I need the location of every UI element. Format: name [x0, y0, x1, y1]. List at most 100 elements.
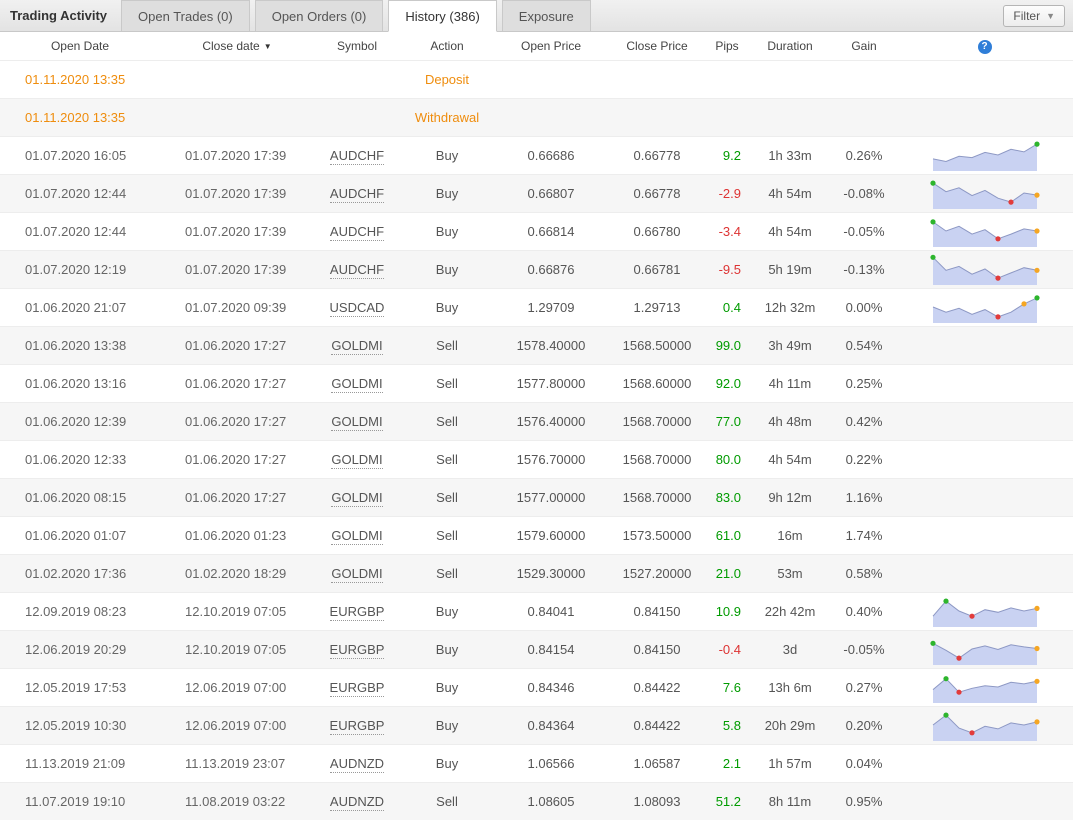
- tab-exposure[interactable]: Exposure: [502, 0, 591, 31]
- pips-cell: 51.2: [706, 782, 748, 820]
- symbol-link[interactable]: EURGBP: [330, 680, 385, 697]
- symbol-link[interactable]: GOLDMI: [331, 414, 382, 431]
- symbol-cell: GOLDMI: [314, 402, 400, 440]
- open-price-cell: [494, 60, 608, 98]
- symbol-link[interactable]: GOLDMI: [331, 376, 382, 393]
- filter-button[interactable]: Filter ▼: [1003, 5, 1065, 27]
- symbol-cell: [314, 98, 400, 136]
- chart-cell: [896, 136, 1073, 174]
- open-price-cell: 1578.40000: [494, 326, 608, 364]
- action-cell: Sell: [400, 782, 494, 820]
- chart-cell: [896, 744, 1073, 782]
- close-price-cell: 0.66780: [608, 212, 706, 250]
- column-header-gain[interactable]: Gain: [832, 32, 896, 60]
- gain-cell: 1.74%: [832, 516, 896, 554]
- symbol-link[interactable]: USDCAD: [330, 300, 385, 317]
- action-cell: Sell: [400, 478, 494, 516]
- open-date-cell: 11.13.2019 21:09: [0, 744, 160, 782]
- column-header-close-price[interactable]: Close Price: [608, 32, 706, 60]
- symbol-cell: AUDNZD: [314, 744, 400, 782]
- open-date-cell: 01.06.2020 08:15: [0, 478, 160, 516]
- table-row: 01.06.2020 13:1601.06.2020 17:27GOLDMISe…: [0, 364, 1073, 402]
- open-price-cell: 1577.80000: [494, 364, 608, 402]
- symbol-link[interactable]: GOLDMI: [331, 490, 382, 507]
- gain-cell: 0.22%: [832, 440, 896, 478]
- gain-cell: 0.42%: [832, 402, 896, 440]
- column-header-open-price[interactable]: Open Price: [494, 32, 608, 60]
- gain-cell: [832, 98, 896, 136]
- red-marker-dot: [1008, 200, 1013, 205]
- column-header-pips[interactable]: Pips: [706, 32, 748, 60]
- symbol-cell: AUDCHF: [314, 174, 400, 212]
- close-date-cell: 11.13.2019 23:07: [160, 744, 314, 782]
- green-marker-dot: [930, 641, 935, 646]
- gain-cell: 0.27%: [832, 668, 896, 706]
- pips-cell: 77.0: [706, 402, 748, 440]
- column-header-open-date[interactable]: Open Date: [0, 32, 160, 60]
- tab-open-trades-0[interactable]: Open Trades (0): [121, 0, 250, 31]
- column-header-close-date[interactable]: Close date▼: [160, 32, 314, 60]
- gain-cell: 0.26%: [832, 136, 896, 174]
- symbol-link[interactable]: GOLDMI: [331, 566, 382, 583]
- symbol-link[interactable]: AUDNZD: [330, 756, 384, 773]
- close-date-cell: 01.06.2020 17:27: [160, 326, 314, 364]
- open-date-cell: 12.09.2019 08:23: [0, 592, 160, 630]
- symbol-cell: [314, 60, 400, 98]
- symbol-link[interactable]: AUDCHF: [330, 148, 384, 165]
- action-cell: Buy: [400, 744, 494, 782]
- symbol-link[interactable]: GOLDMI: [331, 338, 382, 355]
- close-price-cell: 1.06587: [608, 744, 706, 782]
- close-date-cell: 01.06.2020 17:27: [160, 440, 314, 478]
- chart-cell: [896, 288, 1073, 326]
- symbol-link[interactable]: AUDCHF: [330, 224, 384, 241]
- red-marker-dot: [995, 236, 1000, 241]
- close-price-cell: 1568.70000: [608, 402, 706, 440]
- close-date-cell: 01.02.2020 18:29: [160, 554, 314, 592]
- close-date-cell: 01.06.2020 01:23: [160, 516, 314, 554]
- open-date-cell: 01.07.2020 12:44: [0, 212, 160, 250]
- duration-cell: 3d: [748, 630, 832, 668]
- gain-cell: 0.95%: [832, 782, 896, 820]
- symbol-link[interactable]: AUDNZD: [330, 794, 384, 811]
- symbol-link[interactable]: EURGBP: [330, 718, 385, 735]
- gain-cell: 0.04%: [832, 744, 896, 782]
- trade-sparkline: [929, 632, 1041, 666]
- symbol-link[interactable]: EURGBP: [330, 642, 385, 659]
- symbol-link[interactable]: EURGBP: [330, 604, 385, 621]
- gain-cell: -0.08%: [832, 174, 896, 212]
- column-header-symbol[interactable]: Symbol: [314, 32, 400, 60]
- symbol-cell: EURGBP: [314, 630, 400, 668]
- symbol-cell: EURGBP: [314, 668, 400, 706]
- chart-cell: [896, 250, 1073, 288]
- tab-open-orders-0[interactable]: Open Orders (0): [255, 0, 384, 31]
- duration-cell: 9h 12m: [748, 478, 832, 516]
- duration-cell: 8h 11m: [748, 782, 832, 820]
- tab-history-386[interactable]: History (386): [388, 0, 496, 32]
- table-row: 01.06.2020 01:0701.06.2020 01:23GOLDMISe…: [0, 516, 1073, 554]
- panel-title: Trading Activity: [0, 0, 121, 31]
- column-header-chart: ?: [896, 32, 1073, 60]
- orange-marker-dot: [1034, 193, 1039, 198]
- action-cell: Sell: [400, 402, 494, 440]
- open-date-cell: 01.07.2020 12:44: [0, 174, 160, 212]
- symbol-link[interactable]: GOLDMI: [331, 528, 382, 545]
- duration-cell: 4h 54m: [748, 174, 832, 212]
- chart-cell: [896, 516, 1073, 554]
- table-row: 01.11.2020 13:35Withdrawal: [0, 98, 1073, 136]
- column-header-duration[interactable]: Duration: [748, 32, 832, 60]
- help-icon[interactable]: ?: [978, 40, 992, 54]
- symbol-link[interactable]: AUDCHF: [330, 262, 384, 279]
- pips-cell: 61.0: [706, 516, 748, 554]
- symbol-cell: GOLDMI: [314, 516, 400, 554]
- symbol-link[interactable]: AUDCHF: [330, 186, 384, 203]
- orange-marker-dot: [1034, 719, 1039, 724]
- symbol-cell: AUDCHF: [314, 136, 400, 174]
- symbol-link[interactable]: GOLDMI: [331, 452, 382, 469]
- action-cell: Buy: [400, 706, 494, 744]
- symbol-cell: GOLDMI: [314, 478, 400, 516]
- chevron-down-icon: ▼: [1046, 11, 1055, 21]
- trade-sparkline: [929, 138, 1041, 172]
- column-header-action[interactable]: Action: [400, 32, 494, 60]
- chart-cell: [896, 630, 1073, 668]
- pips-cell: 7.6: [706, 668, 748, 706]
